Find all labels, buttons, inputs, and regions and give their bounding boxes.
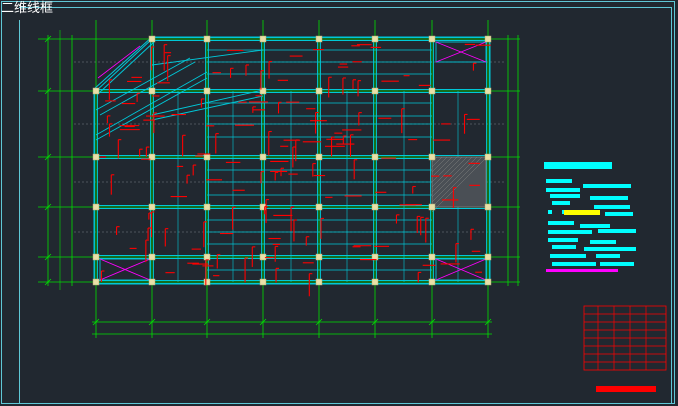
column [484, 203, 492, 211]
column [148, 87, 156, 95]
column [203, 153, 211, 161]
column [259, 278, 267, 286]
column [92, 153, 100, 161]
note-line [594, 205, 630, 209]
note-line-magenta [546, 269, 618, 272]
hatch-zone [431, 156, 488, 213]
note-line [584, 247, 636, 251]
note-line [548, 238, 578, 242]
column [315, 153, 323, 161]
note-highlight [564, 210, 600, 215]
notes-heading [544, 162, 612, 169]
title-block-caption [596, 386, 656, 392]
column [315, 35, 323, 43]
diagonal-beam [99, 61, 196, 116]
note-line [552, 245, 576, 249]
column [92, 87, 100, 95]
column [428, 278, 436, 286]
shaft-cross [97, 45, 141, 79]
column [371, 87, 379, 95]
note-line [548, 230, 592, 234]
note-line [546, 179, 572, 183]
column [203, 203, 211, 211]
column [148, 203, 156, 211]
note-line [552, 262, 596, 266]
drawing-viewport[interactable]: 二维线框 [0, 0, 678, 406]
note-line [605, 212, 633, 216]
chamfer-beam [98, 41, 155, 94]
note-line [596, 254, 620, 258]
view-style-label[interactable]: 二维线框 [1, 0, 53, 18]
note-line [583, 184, 631, 188]
title-block [583, 305, 667, 392]
note-line [580, 224, 610, 228]
column [428, 87, 436, 95]
column [203, 278, 211, 286]
diagonal-beam [95, 71, 208, 136]
column [484, 278, 492, 286]
column [203, 87, 211, 95]
note-line [550, 194, 580, 198]
note-line [548, 210, 552, 214]
column [92, 253, 100, 261]
column [315, 253, 323, 261]
column [315, 203, 323, 211]
column [371, 35, 379, 43]
note-line [550, 254, 586, 258]
column [259, 35, 267, 43]
column [428, 153, 436, 161]
column [92, 278, 100, 286]
diagonal-beam [95, 57, 191, 111]
note-line [548, 221, 574, 225]
column [203, 35, 211, 43]
column [428, 253, 436, 261]
note-line [552, 201, 570, 205]
column [148, 278, 156, 286]
column [484, 87, 492, 95]
column [203, 253, 211, 261]
column [371, 153, 379, 161]
column [92, 203, 100, 211]
beams [93, 36, 491, 285]
diagonal-beam [95, 77, 208, 141]
note-line [600, 262, 634, 266]
note-line [598, 229, 636, 233]
columns [92, 35, 492, 286]
column [484, 253, 492, 261]
column [259, 253, 267, 261]
drawing-notes [544, 162, 636, 272]
column [428, 35, 436, 43]
column [148, 35, 156, 43]
column [148, 253, 156, 261]
column [371, 203, 379, 211]
column [484, 35, 492, 43]
column [428, 203, 436, 211]
note-line [590, 196, 628, 200]
column [371, 278, 379, 286]
column [315, 87, 323, 95]
floor-plan [38, 20, 520, 338]
hatch-area [431, 156, 487, 208]
drawing-canvas[interactable] [0, 0, 678, 406]
column [315, 278, 323, 286]
note-line [590, 240, 616, 244]
column [259, 153, 267, 161]
note-line [546, 188, 580, 192]
column [484, 153, 492, 161]
